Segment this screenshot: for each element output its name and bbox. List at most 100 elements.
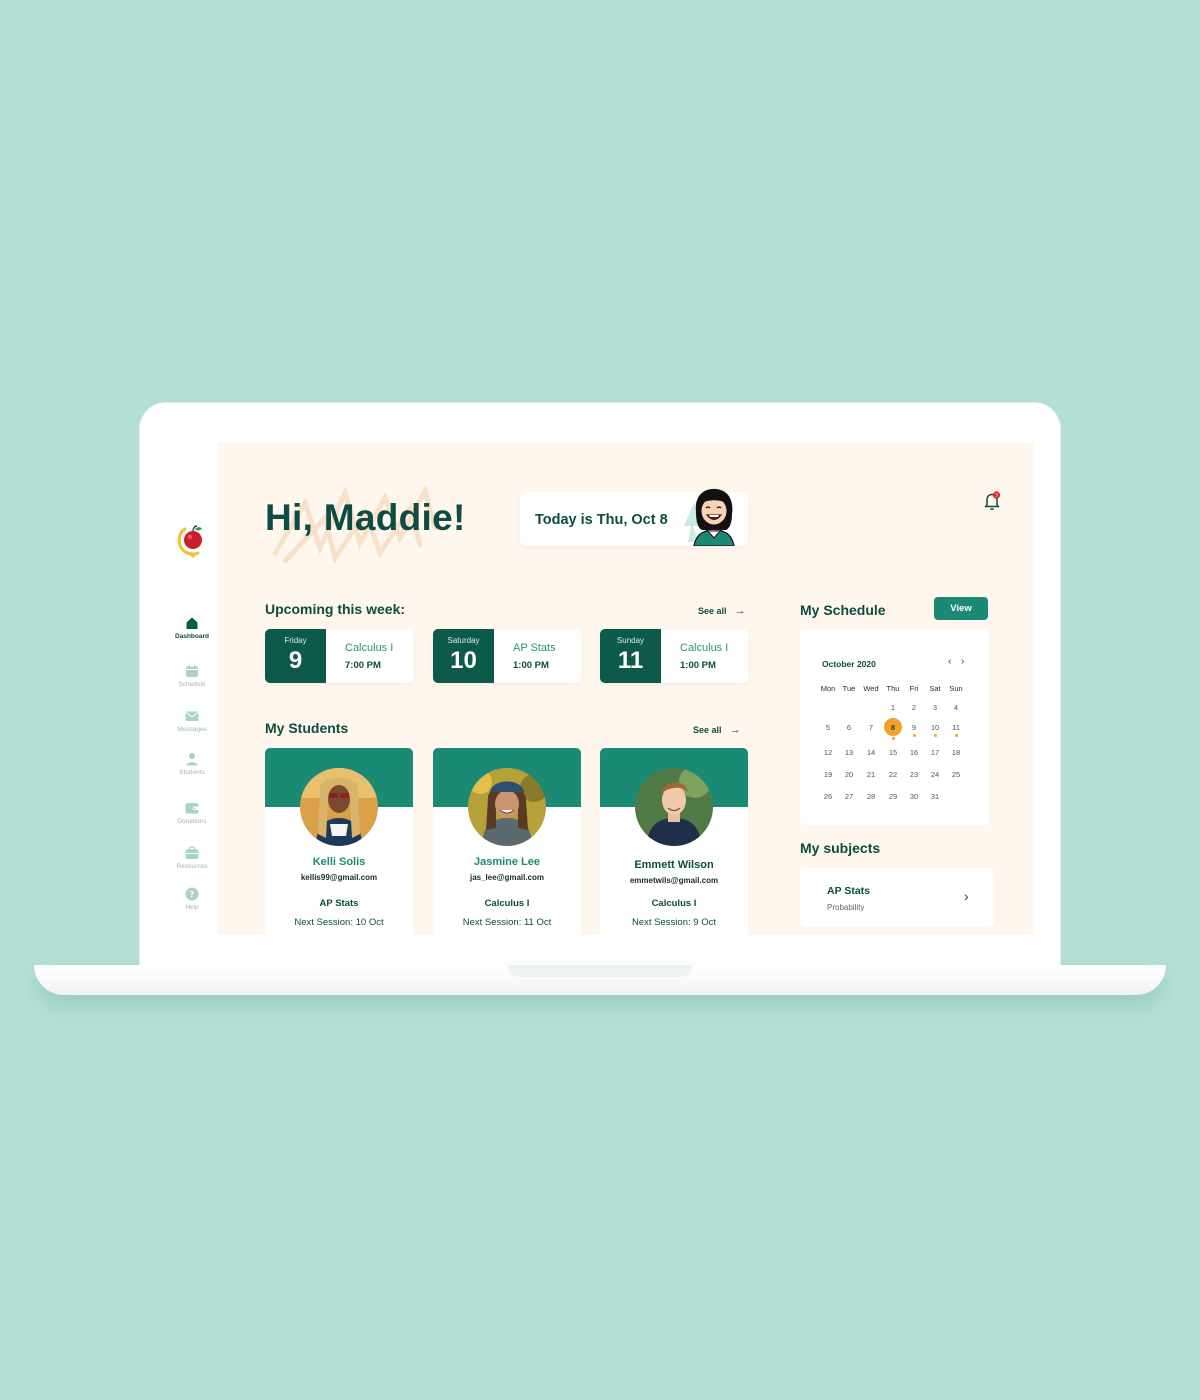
student-card[interactable]: Kelli Solis kellis99@gmail.com AP Stats … xyxy=(265,748,413,935)
calendar-day[interactable]: 16 xyxy=(904,748,924,757)
student-subject: Calculus I xyxy=(651,898,697,909)
student-photo xyxy=(300,768,378,846)
subject-card[interactable]: AP Stats Probability › xyxy=(800,868,994,927)
session-time: 1:00 PM xyxy=(513,660,549,671)
today-label: Today is Thu, Oct 8 xyxy=(535,512,668,528)
calendar-day[interactable]: 27 xyxy=(839,792,859,801)
session-time: 1:00 PM xyxy=(680,660,716,671)
upcoming-title: Upcoming this week: xyxy=(265,601,406,617)
calendar-day[interactable]: 18 xyxy=(946,748,966,757)
see-all-label: See all xyxy=(698,606,727,616)
upcoming-session-card[interactable]: Sunday 11 Calculus I 1:00 PM xyxy=(600,629,748,683)
calendar-weekday: Mon xyxy=(820,684,836,693)
student-next-session: Next Session: 9 Oct xyxy=(632,917,716,928)
student-card[interactable]: Jasmine Lee jas_lee@gmail.com Calculus I… xyxy=(433,748,581,935)
student-email: kellis99@gmail.com xyxy=(300,873,378,882)
session-time: 7:00 PM xyxy=(345,660,381,671)
chevron-right-icon: › xyxy=(964,888,969,904)
sidebar-item-dashboard[interactable]: Dashboard xyxy=(167,616,217,640)
session-date: 9 xyxy=(288,647,303,674)
calendar-day[interactable]: 13 xyxy=(839,748,859,757)
calendar-day[interactable]: 30 xyxy=(904,792,924,801)
calendar-day[interactable]: 26 xyxy=(818,792,838,801)
student-email: jas_lee@gmail.com xyxy=(469,873,545,882)
sidebar-item-donations[interactable]: Donations xyxy=(167,801,217,825)
calendar-session-dot xyxy=(891,737,895,740)
calendar-day[interactable]: 4 xyxy=(946,703,966,712)
upcoming-see-all-link[interactable]: See all → xyxy=(698,605,746,617)
session-date-block: Sunday 11 xyxy=(600,629,661,683)
calendar-day[interactable]: 17 xyxy=(925,748,945,757)
calendar-next-button[interactable]: › xyxy=(961,656,964,667)
calendar-day[interactable]: 9 xyxy=(904,723,924,732)
sidebar-item-resources[interactable]: Resources xyxy=(167,846,217,870)
session-date-block: Saturday 10 xyxy=(433,629,494,683)
session-day: Saturday xyxy=(447,636,480,645)
notification-count: 3 xyxy=(995,493,998,499)
wallet-icon xyxy=(185,803,199,814)
calendar-day[interactable]: 5 xyxy=(818,723,838,732)
calendar-day[interactable]: 31 xyxy=(925,792,945,801)
calendar-day[interactable]: 12 xyxy=(818,748,838,757)
calendar-day[interactable]: 23 xyxy=(904,770,924,779)
laptop-notch xyxy=(508,965,692,977)
sidebar-item-students[interactable]: Students xyxy=(167,752,217,776)
upcoming-session-card[interactable]: Friday 9 Calculus I 7:00 PM xyxy=(265,629,413,683)
session-day: Friday xyxy=(284,636,307,645)
calendar-day[interactable]: 11 xyxy=(946,723,966,732)
question-icon: ? xyxy=(185,887,199,901)
bell-icon: 3 xyxy=(984,491,1001,510)
calendar-day[interactable]: 21 xyxy=(861,770,881,779)
calendar-day[interactable]: 8 xyxy=(883,723,903,732)
calendar-prev-button[interactable]: ‹ xyxy=(948,656,951,667)
schedule-view-button[interactable]: View xyxy=(934,597,988,620)
calendar-weekday: Tue xyxy=(842,684,856,693)
svg-text:?: ? xyxy=(190,890,195,899)
calendar-day[interactable]: 24 xyxy=(925,770,945,779)
arrow-right-icon: → xyxy=(729,724,741,736)
calendar-day[interactable]: 15 xyxy=(883,748,903,757)
sidebar-item-help[interactable]: ? Help xyxy=(167,887,217,911)
calendar-day[interactable]: 19 xyxy=(818,770,838,779)
calendar-weekday: Fri xyxy=(909,684,919,693)
student-subject: Calculus I xyxy=(484,898,530,909)
calendar-day[interactable]: 3 xyxy=(925,703,945,712)
calendar-day[interactable]: 10 xyxy=(925,723,945,732)
calendar: October 2020 ‹ › Mon Tue Wed Thu Fri Sat Sun 1 2… xyxy=(800,629,989,825)
upcoming-session-card[interactable]: Saturday 10 AP Stats 1:00 PM xyxy=(433,629,581,683)
today-card: Today is Thu, Oct 8 xyxy=(520,488,748,546)
calendar-day[interactable]: 20 xyxy=(839,770,859,779)
calendar-day[interactable]: 6 xyxy=(839,723,859,732)
student-next-session: Next Session: 11 Oct xyxy=(462,917,552,928)
calendar-session-dot xyxy=(954,734,958,737)
calendar-day[interactable]: 14 xyxy=(861,748,881,757)
sidebar-item-label: Dashboard xyxy=(175,633,209,640)
calendar-day[interactable]: 7 xyxy=(861,723,881,732)
sidebar-item-label: Messages xyxy=(177,726,207,733)
calendar-day[interactable]: 22 xyxy=(883,770,903,779)
student-photo xyxy=(635,768,713,846)
students-see-all-link[interactable]: See all → xyxy=(693,724,741,736)
calendar-day[interactable]: 1 xyxy=(883,703,903,712)
sidebar-item-messages[interactable]: Messages xyxy=(167,709,217,733)
students-title: My Students xyxy=(265,720,349,736)
student-card[interactable]: Emmett Wilson emmetwils@gmail.com Calcul… xyxy=(600,748,748,935)
calendar-day[interactable]: 25 xyxy=(946,770,966,779)
sidebar-item-label: Help xyxy=(185,904,199,911)
student-next-session: Next Session: 10 Oct xyxy=(294,917,384,928)
calendar-day[interactable]: 2 xyxy=(904,703,924,712)
person-icon xyxy=(186,753,198,766)
calendar-icon xyxy=(186,665,198,677)
calendar-month: October 2020 xyxy=(822,659,876,669)
calendar-day[interactable]: 28 xyxy=(861,792,881,801)
apple-globe-logo xyxy=(177,525,202,558)
calendar-session-dot xyxy=(933,734,937,737)
session-subject: Calculus I xyxy=(345,642,394,654)
calendar-day[interactable]: 29 xyxy=(883,792,903,801)
calendar-session-dot xyxy=(912,734,916,737)
envelope-icon xyxy=(185,711,199,721)
sidebar-item-schedule[interactable]: Schedule xyxy=(167,664,217,688)
subjects-title: My subjects xyxy=(800,840,881,856)
sidebar-item-label: Students xyxy=(179,769,205,776)
app-screen: Dashboard Schedule Messages Students Don… xyxy=(167,443,1033,935)
